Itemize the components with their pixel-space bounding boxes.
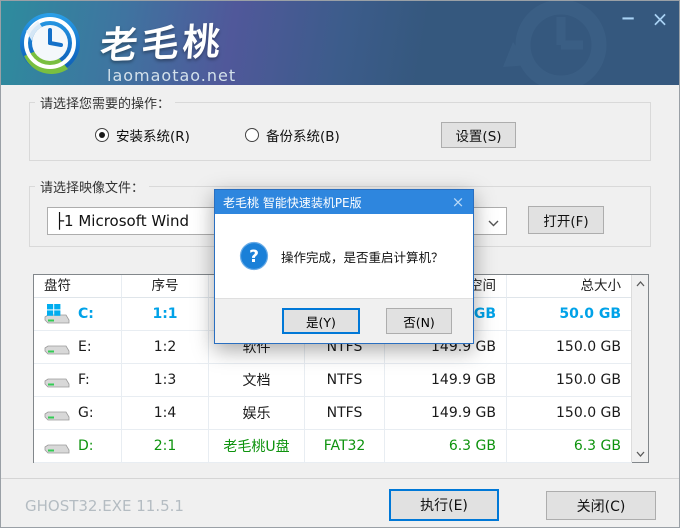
app-window: 老毛桃 laomaotao.net − × 请选择您需要的操作： 安装系统(R)… (0, 0, 680, 528)
execute-button[interactable]: 执行(E) (389, 489, 499, 521)
drive-total: 50.0 GB (507, 298, 632, 331)
radio-backup-system[interactable]: 备份系统(B) (245, 125, 340, 145)
hard-drive-icon (44, 369, 70, 391)
ghost-version-text: GHOST32.EXE 11.5.1 (25, 497, 184, 515)
drive-index: 1:4 (122, 397, 209, 430)
brand-site: laomaotao.net (101, 66, 236, 85)
drive-letter: E: (78, 339, 92, 355)
drive-total: 6.3 GB (507, 430, 632, 463)
hard-drive-icon (44, 336, 70, 358)
header-watermark-clock-icon (483, 1, 623, 85)
operation-groupbox-label: 请选择您需要的操作： (35, 93, 175, 112)
image-file-groupbox-label: 请选择映像文件： (35, 177, 149, 196)
restart-confirm-dialog: 老毛桃 智能快速装机PE版 × ? 操作完成，是否重启计算机？ 是(Y) 否(N… (214, 189, 474, 344)
radio-selected-icon[interactable] (95, 128, 109, 142)
hard-drive-icon (44, 402, 70, 424)
col-total-size[interactable]: 总大小 (507, 275, 632, 298)
dialog-title: 老毛桃 智能快速装机PE版 (223, 194, 443, 211)
drive-letter: G: (78, 405, 94, 421)
chevron-down-icon[interactable] (480, 212, 506, 231)
dialog-message: 操作完成，是否重启计算机？ (281, 247, 444, 266)
col-drive[interactable]: 盘符 (34, 275, 122, 298)
drive-fs: FAT32 (305, 430, 385, 463)
drive-letter: C: (78, 306, 94, 322)
table-scrollbar[interactable] (631, 275, 648, 462)
drive-index: 2:1 (122, 430, 209, 463)
table-row-g[interactable]: G: 1:4 娱乐 NTFS 149.9 GB 150.0 GB (34, 397, 648, 430)
question-mark-icon: ? (239, 241, 269, 271)
drive-fs: NTFS (305, 364, 385, 397)
minimize-button[interactable]: − (617, 9, 639, 29)
drive-letter: D: (78, 438, 94, 454)
open-file-button[interactable]: 打开(F) (528, 206, 604, 234)
settings-button[interactable]: 设置(S) (441, 122, 516, 148)
dialog-body: ? 操作完成，是否重启计算机？ (215, 214, 473, 298)
windows-drive-icon (44, 303, 70, 325)
no-button[interactable]: 否(N) (386, 308, 452, 334)
dialog-button-bar: 是(Y) 否(N) (215, 298, 473, 343)
laomaotao-logo-icon (18, 11, 82, 75)
radio-install-label: 安装系统(R) (116, 125, 190, 145)
radio-install-system[interactable]: 安装系统(R) (95, 125, 190, 145)
drive-free: 6.3 GB (385, 430, 507, 463)
col-index[interactable]: 序号 (122, 275, 209, 298)
title-bar: 老毛桃 laomaotao.net − × (1, 1, 680, 85)
footer-divider (1, 478, 680, 479)
drive-label: 娱乐 (209, 397, 305, 430)
drive-index: 1:2 (122, 331, 209, 364)
drive-label: 老毛桃U盘 (209, 430, 305, 463)
drive-free: 149.9 GB (385, 364, 507, 397)
scroll-up-icon[interactable] (632, 275, 649, 292)
drive-free: 149.9 GB (385, 397, 507, 430)
drive-index: 1:1 (122, 298, 209, 331)
drive-total: 150.0 GB (507, 364, 632, 397)
drive-index: 1:3 (122, 364, 209, 397)
dialog-close-icon[interactable]: × (443, 193, 473, 211)
yes-button[interactable]: 是(Y) (282, 308, 360, 334)
drive-label: 文档 (209, 364, 305, 397)
radio-backup-label: 备份系统(B) (266, 125, 340, 145)
table-row-f[interactable]: F: 1:3 文档 NTFS 149.9 GB 150.0 GB (34, 364, 648, 397)
svg-text:?: ? (249, 247, 259, 267)
close-button[interactable]: × (649, 9, 671, 29)
drive-total: 150.0 GB (507, 331, 632, 364)
dialog-title-bar: 老毛桃 智能快速装机PE版 × (215, 190, 473, 214)
close-window-button[interactable]: 关闭(C) (546, 491, 656, 520)
usb-drive-icon (44, 435, 70, 457)
brand-block: 老毛桃 laomaotao.net (101, 13, 236, 85)
radio-unselected-icon[interactable] (245, 128, 259, 142)
drive-fs: NTFS (305, 397, 385, 430)
table-row-d[interactable]: D: 2:1 老毛桃U盘 FAT32 6.3 GB 6.3 GB (34, 430, 648, 463)
brand-name: 老毛桃 (99, 11, 238, 70)
drive-letter: F: (78, 372, 90, 388)
scroll-down-icon[interactable] (632, 445, 649, 462)
drive-total: 150.0 GB (507, 397, 632, 430)
